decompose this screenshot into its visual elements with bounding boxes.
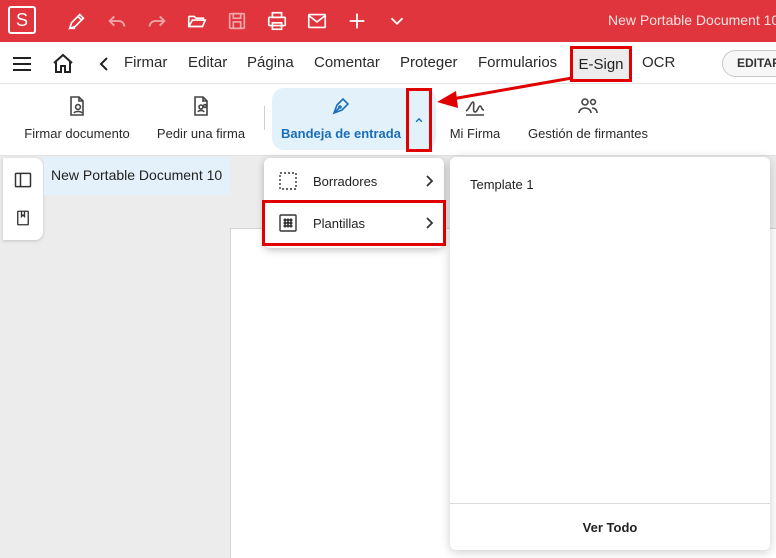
edit-mode-button[interactable]: EDITAR bbox=[722, 50, 776, 77]
signer-management-button[interactable]: Gestión de firmantes bbox=[526, 84, 650, 156]
title-bar: S New Portable Document 10 bbox=[0, 0, 776, 42]
folder-open-icon[interactable] bbox=[184, 8, 210, 34]
chevron-down-icon[interactable] bbox=[384, 8, 410, 34]
request-signature-button[interactable]: Pedir una firma bbox=[155, 84, 247, 156]
menu-ocr[interactable]: OCR bbox=[642, 54, 675, 71]
left-rail bbox=[3, 158, 43, 240]
save-icon[interactable] bbox=[224, 8, 250, 34]
menu-pagina[interactable]: Página bbox=[247, 54, 294, 71]
sidebar-panel-icon[interactable] bbox=[13, 170, 33, 190]
templates-highlight-box bbox=[262, 200, 446, 246]
chevron-left-icon[interactable] bbox=[92, 52, 116, 76]
view-all-button[interactable]: Ver Todo bbox=[450, 503, 770, 550]
app-logo: S bbox=[8, 6, 36, 34]
request-signature-label: Pedir una firma bbox=[156, 126, 246, 141]
dropdown-item-drafts[interactable]: Borradores bbox=[264, 160, 444, 202]
window-title: New Portable Document 10 bbox=[608, 12, 776, 28]
menu-comentar[interactable]: Comentar bbox=[314, 54, 380, 71]
redo-icon[interactable] bbox=[144, 8, 170, 34]
menu-editar[interactable]: Editar bbox=[188, 54, 227, 71]
fountain-pen-icon bbox=[332, 97, 350, 115]
sign-document-button[interactable]: Firmar documento bbox=[24, 84, 130, 156]
my-signature-button[interactable]: Mi Firma bbox=[446, 84, 504, 156]
print-icon[interactable] bbox=[264, 8, 290, 34]
document-sign-icon bbox=[70, 96, 84, 116]
document-tab[interactable]: New Portable Document 10 bbox=[44, 157, 230, 195]
menu-firmar[interactable]: Firmar bbox=[124, 54, 167, 71]
my-signature-label: Mi Firma bbox=[449, 126, 501, 141]
users-icon bbox=[578, 98, 598, 114]
inbox-label: Bandeja de entrada bbox=[281, 126, 401, 141]
plus-icon[interactable] bbox=[344, 8, 370, 34]
signature-icon bbox=[465, 101, 485, 116]
bookmark-icon[interactable] bbox=[13, 208, 33, 228]
template-item[interactable]: Template 1 bbox=[470, 177, 534, 192]
chevron-up-icon bbox=[415, 117, 423, 123]
toolbar-divider bbox=[264, 106, 265, 130]
menu-esign[interactable]: E-Sign bbox=[570, 46, 632, 82]
mail-icon[interactable] bbox=[304, 8, 330, 34]
hamburger-menu-icon[interactable] bbox=[10, 52, 34, 76]
undo-icon[interactable] bbox=[104, 8, 130, 34]
menu-formularios[interactable]: Formularios bbox=[478, 54, 557, 71]
inbox-button[interactable]: Bandeja de entrada bbox=[280, 84, 402, 156]
inbox-dropdown-toggle[interactable] bbox=[406, 88, 432, 152]
chevron-right-icon bbox=[426, 175, 434, 187]
sign-document-label: Firmar documento bbox=[24, 126, 130, 141]
home-icon[interactable] bbox=[51, 52, 75, 76]
menu-bar: Firmar Editar Página Comentar Proteger F… bbox=[0, 42, 776, 84]
menu-proteger[interactable]: Proteger bbox=[400, 54, 458, 71]
pen-icon[interactable] bbox=[64, 8, 90, 34]
document-users-icon bbox=[194, 96, 208, 116]
dropdown-item-label: Borradores bbox=[313, 173, 378, 189]
drafts-icon bbox=[279, 172, 297, 190]
signer-management-label: Gestión de firmantes bbox=[528, 126, 648, 141]
templates-panel: Template 1 Ver Todo bbox=[450, 157, 770, 550]
